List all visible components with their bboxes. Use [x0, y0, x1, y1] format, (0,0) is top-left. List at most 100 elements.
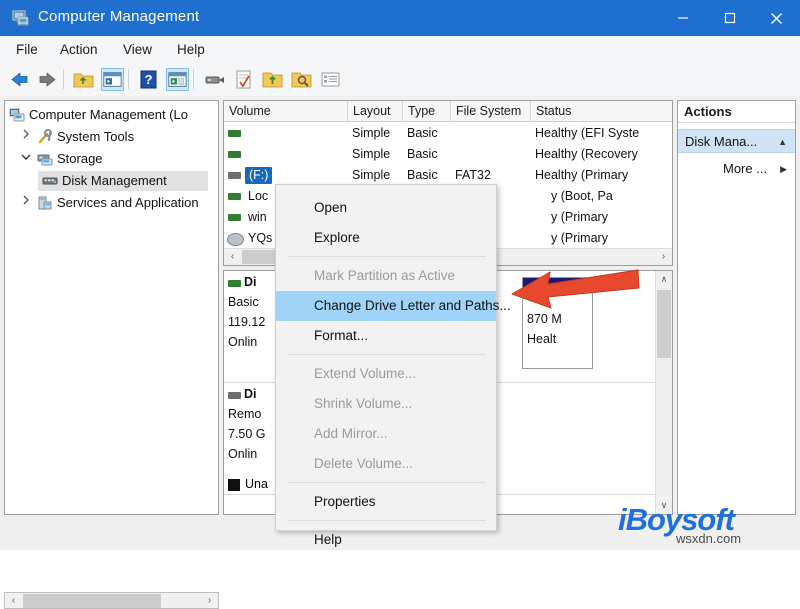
menu-file[interactable]: File: [10, 40, 44, 59]
help-icon[interactable]: ?: [137, 68, 160, 91]
context-menu[interactable]: Open Explore Mark Partition as Active Ch…: [275, 184, 511, 547]
cell-status: Healthy (EFI Syste: [535, 126, 640, 140]
menu-action[interactable]: Action: [54, 40, 104, 59]
cell-status: y (Primary: [551, 210, 608, 224]
menu-separator: [288, 354, 486, 355]
disk-type: Basic: [228, 295, 259, 309]
menu-item-open[interactable]: Open: [276, 193, 496, 223]
chevron-down-icon[interactable]: [19, 149, 33, 169]
partition-header-bar: [523, 278, 592, 288]
show-hide-console-tree-icon[interactable]: [101, 68, 124, 91]
tree-item-system-tools[interactable]: System Tools: [5, 127, 218, 147]
tree-item-storage[interactable]: Storage: [5, 149, 218, 169]
tree-item-label: Services and Application: [57, 195, 199, 210]
chevron-up-icon[interactable]: ▲: [778, 130, 787, 154]
unallocated-swatch: [228, 479, 240, 491]
cell-status: Healthy (Recovery: [535, 147, 638, 161]
cell-layout: Simple: [352, 126, 391, 140]
column-header-status[interactable]: Status: [531, 101, 672, 122]
menu-item-explore[interactable]: Explore: [276, 223, 496, 253]
chevron-right-icon[interactable]: ▶: [780, 157, 787, 181]
minimize-button[interactable]: [659, 0, 706, 36]
menu-separator: [288, 482, 486, 483]
disk-title: Di: [244, 387, 257, 401]
console-tree-hscrollbar[interactable]: ‹ ›: [4, 592, 219, 609]
scroll-right-button[interactable]: ›: [201, 593, 218, 609]
maximize-button[interactable]: [706, 0, 753, 36]
disk-status: Onlin: [228, 447, 258, 461]
menu-item-shrink-volume: Shrink Volume...: [314, 396, 413, 411]
watermark-site: wsxdn.com: [676, 531, 742, 546]
export-list-icon[interactable]: [261, 68, 284, 91]
table-row[interactable]: Simple Basic Healthy (Recovery: [224, 144, 672, 165]
cell-file-system: FAT32: [455, 168, 491, 182]
volume-icon: [228, 172, 241, 179]
show-hide-action-pane-icon[interactable]: [166, 68, 189, 91]
column-header-layout[interactable]: Layout: [348, 101, 403, 122]
tree-item-label: Computer Management (Lo: [29, 107, 188, 122]
tree-item-label: Storage: [57, 151, 103, 166]
column-header-file-system[interactable]: File System: [451, 101, 531, 122]
services-icon: [37, 195, 53, 211]
console-tree[interactable]: Computer Management (Lo System Tools Sto…: [4, 100, 219, 515]
scroll-right-button[interactable]: ›: [655, 249, 672, 265]
menu-item-properties[interactable]: Properties: [276, 487, 496, 517]
action-item-disk-management[interactable]: Disk Mana... ▲: [678, 129, 795, 153]
action-item-more[interactable]: More ... ▶: [678, 157, 795, 181]
graph-vscrollbar[interactable]: ∧ ∨: [655, 271, 672, 514]
up-folder-icon[interactable]: [72, 68, 95, 91]
tree-item-services-and-applications[interactable]: Services and Application: [5, 193, 218, 213]
column-header-volume[interactable]: Volume: [224, 101, 348, 122]
properties-icon[interactable]: [232, 68, 255, 91]
rescan-disks-icon[interactable]: [203, 68, 226, 91]
volume-icon: [228, 193, 241, 200]
menu-item-format[interactable]: Format...: [276, 321, 496, 351]
table-row[interactable]: (F:) Simple Basic FAT32 Healthy (Primary: [224, 165, 672, 186]
disk-type: Remo: [228, 407, 262, 421]
back-icon[interactable]: [8, 68, 31, 91]
menu-item-change-drive-letter-and-paths[interactable]: Change Drive Letter and Paths...: [276, 291, 511, 321]
chevron-right-icon[interactable]: [19, 193, 33, 213]
toolbar: ?: [0, 63, 800, 97]
cell-volume: win: [248, 210, 267, 224]
action-label: Disk Mana...: [685, 134, 758, 149]
volume-icon: [228, 214, 241, 221]
system-tools-icon: [37, 129, 53, 145]
menu-item-delete-volume: Delete Volume...: [314, 456, 414, 471]
tree-item-label: Disk Management: [62, 173, 167, 188]
legend-label: Una: [245, 477, 268, 491]
scroll-up-button[interactable]: ∧: [656, 271, 672, 288]
menu-view[interactable]: View: [117, 40, 158, 59]
storage-icon: [37, 151, 53, 167]
menu-separator: [288, 256, 486, 257]
volume-icon: [228, 151, 241, 158]
hscroll-thumb[interactable]: [23, 594, 161, 608]
tree-item-disk-management[interactable]: Disk Management: [38, 171, 208, 191]
scroll-left-button[interactable]: ‹: [224, 249, 241, 265]
scroll-left-button[interactable]: ‹: [5, 593, 22, 609]
partition-block[interactable]: 870 M Healt: [522, 277, 593, 369]
action-label: More ...: [723, 161, 768, 176]
column-header-type[interactable]: Type: [403, 101, 451, 122]
find-icon[interactable]: [290, 68, 313, 91]
actions-header: Actions: [678, 101, 795, 123]
cell-status: y (Boot, Pa: [551, 189, 613, 203]
toolbar-separator: [128, 69, 129, 89]
menu-item-help[interactable]: Help: [276, 525, 496, 555]
vscroll-thumb[interactable]: [657, 290, 671, 358]
menu-separator: [288, 520, 486, 521]
disk-management-icon: [42, 173, 58, 189]
forward-icon[interactable]: [36, 68, 59, 91]
detail-view-icon[interactable]: [319, 68, 342, 91]
disk-status: Onlin: [228, 335, 258, 349]
menu-item-extend-volume: Extend Volume...: [314, 366, 417, 381]
disk-icon: [228, 392, 241, 399]
menu-item-add-mirror: Add Mirror...: [314, 426, 388, 441]
toolbar-separator: [193, 69, 194, 89]
table-row[interactable]: Simple Basic Healthy (EFI Syste: [224, 123, 672, 144]
chevron-right-icon[interactable]: [19, 127, 33, 147]
menu-help[interactable]: Help: [171, 40, 211, 59]
cell-volume: Loc: [248, 189, 269, 203]
close-button[interactable]: [753, 0, 800, 36]
tree-item-computer-management[interactable]: Computer Management (Lo: [5, 105, 218, 125]
